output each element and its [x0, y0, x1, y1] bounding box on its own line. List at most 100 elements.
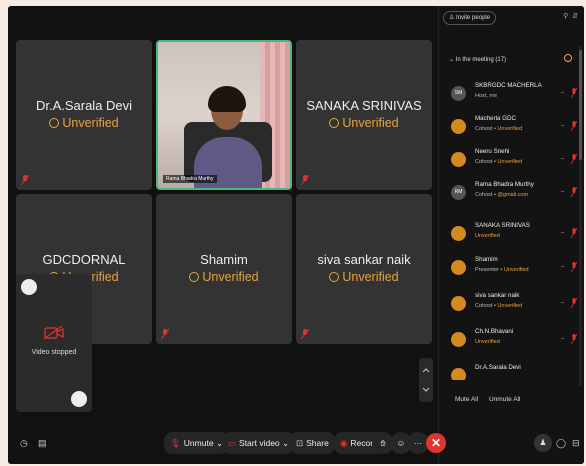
- muted-mic-icon[interactable]: [571, 297, 577, 309]
- participant-tile-shamim[interactable]: Shamim Unverified: [156, 194, 292, 344]
- participant-name: GDCDORNAL: [42, 252, 126, 267]
- search-icon[interactable]: ⚲: [563, 13, 568, 20]
- person-hair: [208, 86, 246, 112]
- avatar: RM: [451, 185, 466, 200]
- separator: –: [561, 156, 565, 162]
- share-button[interactable]: ⊡ Share: [290, 432, 335, 454]
- invite-people-button[interactable]: ♙ Invite people: [443, 11, 497, 25]
- mute-all-button[interactable]: Mute All: [455, 396, 478, 403]
- unverified-status: Unverified: [156, 270, 292, 284]
- muted-mic-icon[interactable]: [571, 87, 577, 99]
- avatar: [451, 260, 466, 275]
- participant-name: Ch.N.Bhavani: [475, 328, 514, 335]
- participant-row[interactable]: Dr.A.Sarala Devi: [451, 362, 583, 380]
- participant-name: Macherla GDC: [475, 115, 516, 122]
- participant-name: SKBRGDC MACHERLA: [475, 82, 542, 89]
- participant-role: Presenter • Unverified: [475, 267, 529, 273]
- smile-icon: ☺: [396, 438, 406, 448]
- muted-mic-icon[interactable]: [571, 333, 577, 345]
- participant-name: Dr.A.Sarala Devi: [475, 364, 521, 371]
- chevron-up-down-icon: [422, 368, 430, 392]
- info-icon: [189, 272, 200, 282]
- participants-panel: ♙ Invite people ⚲ ⇵ ⌄ In the meeting (17…: [438, 6, 584, 464]
- grid-scroll-button[interactable]: [419, 358, 433, 402]
- participant-tile-sanaka[interactable]: SANAKA SRINIVAS Unverified: [296, 40, 432, 190]
- in-meeting-section[interactable]: ⌄ In the meeting (17): [449, 56, 506, 63]
- avatar: [451, 226, 466, 241]
- separator: –: [561, 123, 565, 129]
- muted-mic-icon[interactable]: [571, 227, 577, 239]
- participant-row[interactable]: Shamim Presenter • Unverified –: [451, 254, 583, 284]
- sort-icon[interactable]: ⇵: [572, 13, 578, 20]
- info-icon: [49, 118, 60, 128]
- separator: –: [561, 300, 565, 306]
- participant-role: Host, me: [475, 93, 498, 99]
- unmute-button[interactable]: 🎙︎ Unmute ⌄: [164, 432, 230, 454]
- mic-muted-icon: 🎙︎: [170, 438, 181, 448]
- participant-role: Unverified: [475, 339, 500, 345]
- participant-row[interactable]: RM Rama Bhadra Murthy Cohost • @gmail.co…: [451, 179, 583, 209]
- participant-row[interactable]: SM SKBRGDC MACHERLA Host, me –: [451, 80, 583, 110]
- status-text: Unverified: [202, 270, 259, 284]
- unverified-status: Unverified: [296, 116, 432, 130]
- unmute-label: Unmute: [183, 438, 214, 448]
- more-label: ···: [413, 438, 423, 448]
- status-text: Unverified: [62, 116, 119, 130]
- participant-row[interactable]: siva sankar naik Cohost • Unverified –: [451, 290, 583, 320]
- participant-name: SANAKA SRINIVAS: [475, 222, 530, 229]
- notes-icon[interactable]: ▤: [38, 438, 48, 448]
- muted-mic-icon: [301, 175, 309, 185]
- muted-mic-icon[interactable]: [571, 153, 577, 165]
- separator: –: [561, 336, 565, 342]
- participant-row[interactable]: Macherla GDC Cohost • Unverified –: [451, 113, 583, 143]
- avatar: [451, 368, 466, 380]
- avatar: [451, 296, 466, 311]
- participant-row[interactable]: Neeru Snehi Cohost • Unverified –: [451, 146, 583, 176]
- leave-button[interactable]: ✕: [426, 433, 446, 453]
- muted-mic-icon[interactable]: [571, 120, 577, 132]
- muted-mic-icon: [161, 329, 169, 339]
- participant-name: Neeru Snehi: [475, 148, 510, 155]
- apps-icon[interactable]: ⊟: [572, 438, 582, 448]
- gear-icon[interactable]: [71, 391, 87, 407]
- muted-mic-icon[interactable]: [571, 186, 577, 198]
- participant-row[interactable]: Ch.N.Bhavani Unverified –: [451, 326, 583, 356]
- self-view[interactable]: Video stopped: [16, 274, 92, 412]
- participant-name: SANAKA SRINIVAS: [306, 98, 422, 113]
- panel-top-icons: ⚲ ⇵: [563, 12, 578, 20]
- bottom-toolbar: ◷ ▤ 🎙︎ Unmute ⌄ ▭ Start video ⌄ ⊡ Share ◉ Re…: [8, 416, 584, 464]
- participant-video-rama[interactable]: Rama Bhadra Murthy: [156, 40, 292, 190]
- unverified-status: Unverified: [16, 116, 152, 130]
- start-video-button[interactable]: ▭ Start video ⌄: [222, 432, 296, 454]
- hand-icon: ✋︎: [380, 438, 386, 448]
- participants-icon[interactable]: ♟: [534, 434, 552, 452]
- avatar: SM: [451, 86, 466, 101]
- participant-row[interactable]: SANAKA SRINIVAS Unverified –: [451, 220, 583, 250]
- video-off-icon: [44, 326, 64, 340]
- participant-tile-sarala[interactable]: Dr.A.Sarala Devi Unverified: [16, 40, 152, 190]
- participant-name: Rama Bhadra Murthy: [475, 181, 534, 188]
- chat-icon[interactable]: ◯: [556, 438, 566, 448]
- participant-name: siva sankar naik: [317, 252, 411, 267]
- pin-icon[interactable]: [21, 279, 37, 295]
- participant-role: Unverified: [475, 233, 500, 239]
- start-video-label: Start video: [239, 438, 280, 448]
- participant-role: Cohost • Unverified: [475, 303, 523, 309]
- video-off-icon: ▭: [228, 438, 237, 448]
- add-person-icon: ♙: [449, 15, 457, 21]
- status-text: Unverified: [342, 116, 399, 130]
- share-icon: ⊡: [296, 438, 304, 448]
- status-text: Unverified: [342, 270, 399, 284]
- unmute-all-button[interactable]: Unmute All: [489, 396, 520, 403]
- close-icon: ✕: [430, 436, 442, 450]
- participant-name: Dr.A.Sarala Devi: [35, 98, 133, 113]
- muted-mic-icon[interactable]: [571, 261, 577, 273]
- timer-icon[interactable]: ◷: [20, 438, 30, 448]
- person-icon: [564, 54, 572, 62]
- video-name-label: Rama Bhadra Murthy: [163, 175, 217, 183]
- avatar: [451, 332, 466, 347]
- participant-tile-siva[interactable]: siva sankar naik Unverified: [296, 194, 432, 344]
- video-stopped-label: Video stopped: [31, 349, 77, 356]
- in-meeting-label: In the meeting (17): [455, 57, 507, 63]
- participant-name: Shamim: [200, 252, 248, 267]
